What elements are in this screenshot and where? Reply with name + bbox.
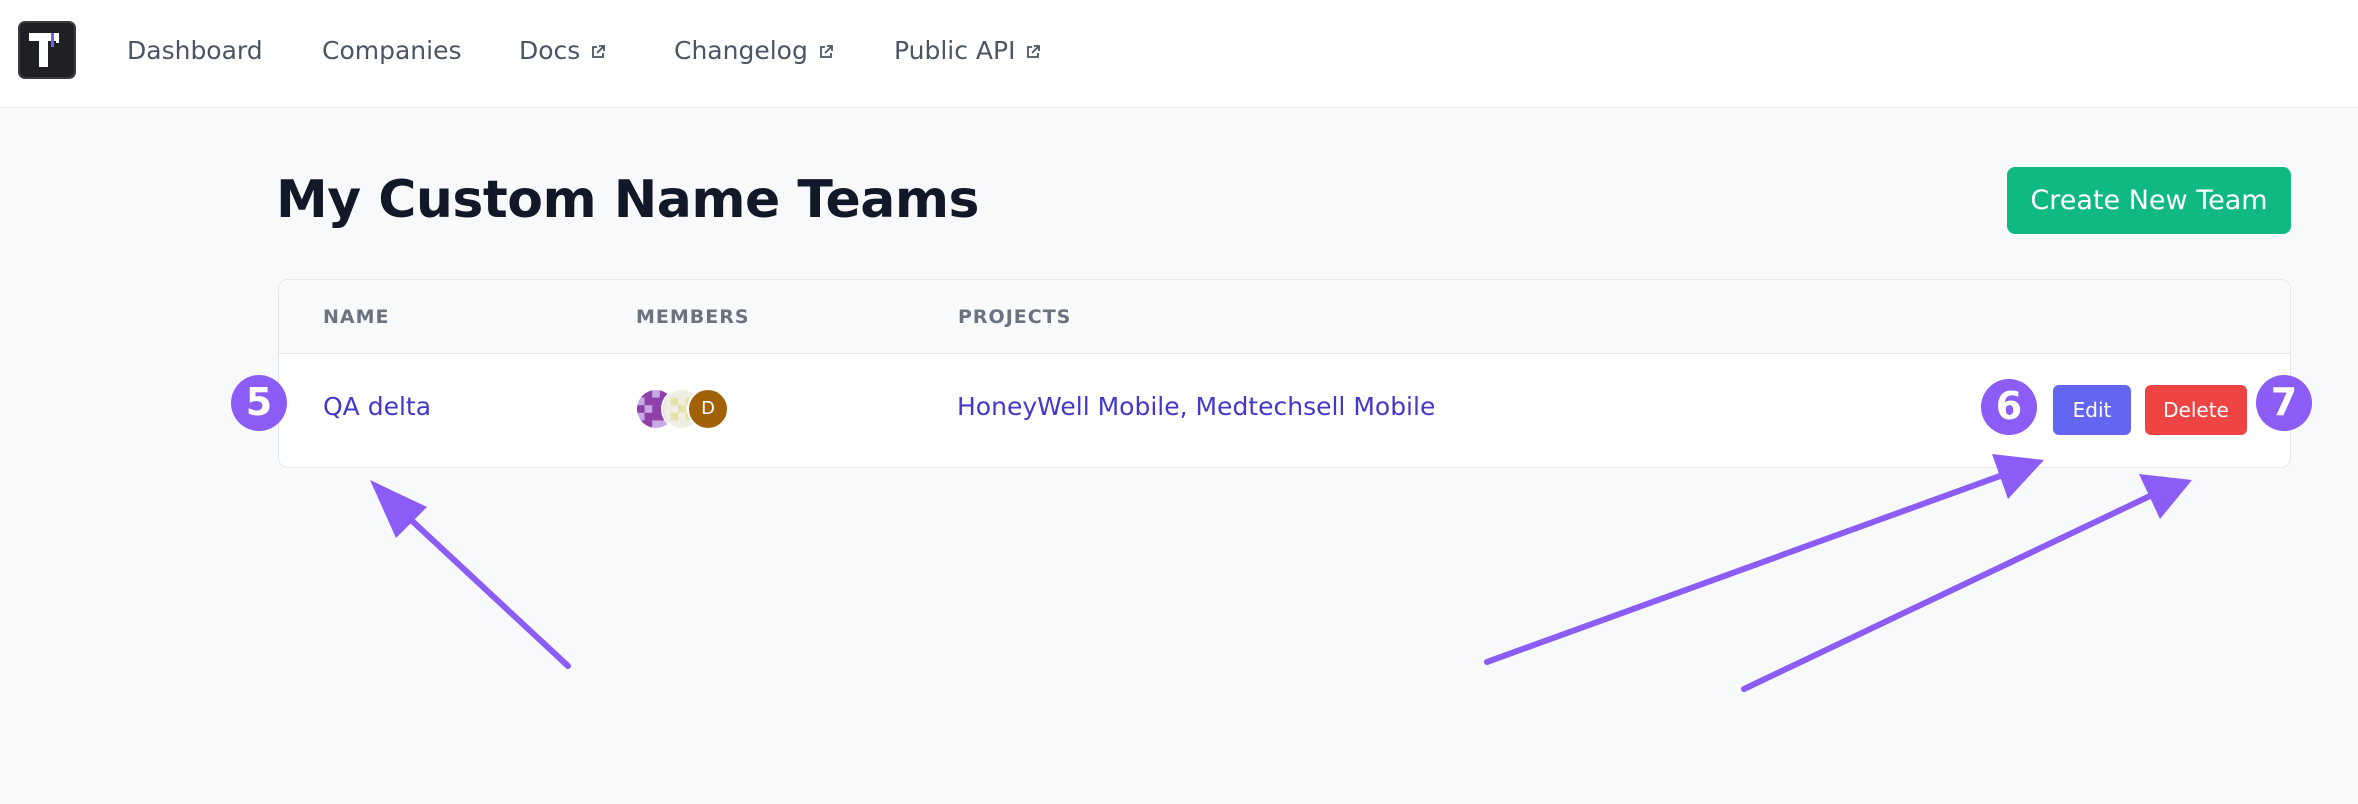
external-link-icon	[1027, 45, 1041, 58]
table-header: NAME MEMBERS PROJECTS	[279, 280, 2290, 354]
column-header-projects: PROJECTS	[958, 306, 1072, 328]
nav-link-label: Public API	[894, 36, 1016, 65]
nav-link-dashboard[interactable]: Dashboard	[127, 34, 263, 68]
delete-team-button[interactable]: Delete	[2145, 385, 2247, 435]
step-badge-6: 6	[1981, 379, 2037, 435]
step-badge-5: 5	[231, 375, 287, 431]
app-logo-icon[interactable]	[18, 21, 76, 79]
column-header-members: MEMBERS	[636, 306, 750, 328]
nav-link-companies[interactable]: Companies	[322, 34, 462, 68]
member-avatars: D	[635, 388, 755, 430]
team-projects-link[interactable]: HoneyWell Mobile, Medtechsell Mobile	[957, 392, 1435, 421]
nav-link-public-api[interactable]: Public API	[894, 34, 1041, 68]
annotation-arrow-step-5	[392, 502, 571, 669]
teams-table: NAME MEMBERS PROJECTS QA delta D HoneyWe…	[278, 279, 2291, 468]
nav-link-label: Changelog	[674, 36, 808, 65]
annotation-arrow-step-6	[1484, 473, 2003, 665]
column-header-name: NAME	[323, 306, 390, 328]
team-name-link[interactable]: QA delta	[323, 392, 431, 421]
step-badge-7: 7	[2256, 375, 2312, 431]
external-link-icon	[819, 45, 833, 58]
edit-team-button[interactable]: Edit	[2053, 385, 2131, 435]
nav-link-changelog[interactable]: Changelog	[674, 34, 834, 68]
page-title: My Custom Name Teams	[276, 170, 979, 230]
external-link-icon	[592, 45, 606, 58]
nav-link-label: Companies	[322, 36, 462, 65]
create-new-team-button[interactable]: Create New Team	[2007, 167, 2291, 234]
nav-link-label: Dashboard	[127, 36, 263, 65]
nav-link-docs[interactable]: Docs	[519, 34, 606, 68]
nav-link-label: Docs	[519, 36, 581, 65]
avatar[interactable]: D	[687, 388, 729, 430]
top-navbar: Dashboard Companies Docs Changelog Publi…	[0, 0, 2358, 108]
annotation-arrow-step-7	[1741, 493, 2153, 692]
